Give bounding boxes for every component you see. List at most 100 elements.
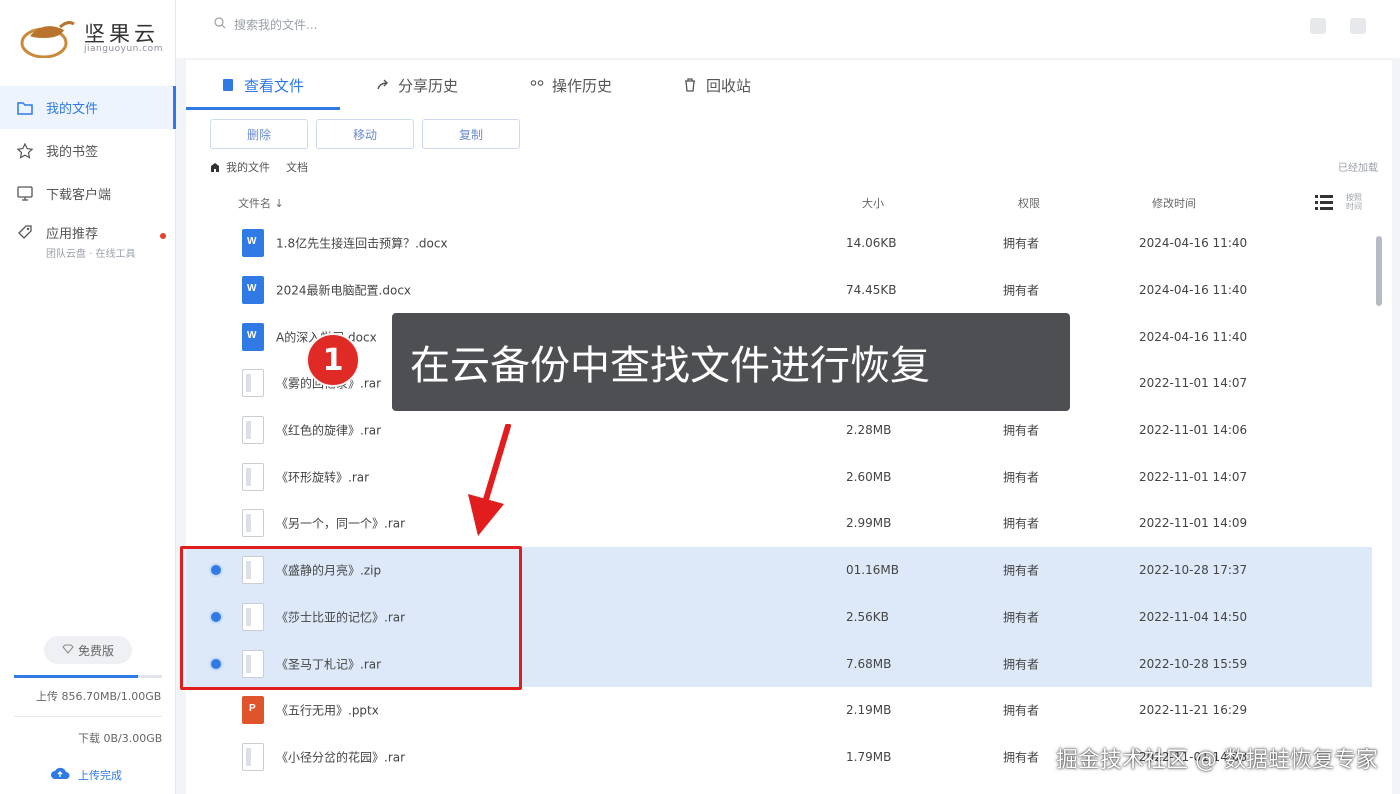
column-header-size[interactable]: 大小 [862, 195, 884, 211]
file-name[interactable]: 《另一个，同一个》.rar [276, 515, 405, 532]
file-size: 7.68MB [846, 656, 892, 671]
file-permission: 拥有者 [1003, 750, 1040, 765]
file-name[interactable]: 《五行无用》.pptx [276, 702, 379, 719]
trash-icon [684, 78, 698, 92]
folder-icon [16, 99, 34, 117]
delete-button[interactable]: 删除 [210, 119, 308, 149]
file-permission: 拥有者 [1003, 563, 1040, 578]
tab-recycle-bin[interactable]: 回收站 [648, 60, 787, 110]
annotation-text: 在云备份中查找文件进行恢复 [410, 343, 930, 389]
diamond-icon [62, 643, 74, 657]
file-modified-time: 2022-11-04 14:50 [1139, 609, 1248, 624]
file-permission: 拥有者 [1003, 423, 1040, 438]
tab-label: 分享历史 [398, 76, 459, 95]
file-permission: 拥有者 [1003, 283, 1040, 298]
file-modified-time: 2022-11-01 14:07 [1139, 376, 1248, 391]
file-size: 2.60MB [846, 469, 892, 484]
sidebar-item-download-client[interactable]: 下载客户端 [0, 172, 176, 215]
user-icon[interactable] [1350, 18, 1366, 34]
settings-icon[interactable] [1310, 18, 1326, 34]
scrollbar[interactable] [1374, 236, 1382, 776]
top-bar: 搜索我的文件... [176, 0, 1400, 58]
file-permission: 拥有者 [1003, 610, 1040, 625]
upload-quota-bar [14, 675, 162, 678]
table-row[interactable]: 《另一个，同一个》.rar 2.99MB 拥有者 2022-11-01 14:09 [186, 500, 1372, 547]
column-header-name[interactable]: 文件名 ↓ [238, 195, 284, 211]
tab-bar: 查看文件 分享历史 操作历史 回收站 [186, 60, 1392, 110]
archive-file-icon [242, 742, 264, 771]
free-plan-label: 免费版 [77, 643, 114, 658]
column-header-modified-time[interactable]: 修改时间 [1152, 195, 1196, 211]
tab-label: 操作历史 [552, 76, 613, 95]
file-list: 1.8亿先生接连回击预算？.docx 14.06KB 拥有者 2024-04-16 1… [186, 220, 1372, 780]
app-recommend-sub: 团队云盘 · 在线工具 [46, 249, 136, 260]
share-icon [376, 78, 390, 92]
file-name[interactable]: 2024最新电脑配置.docx [276, 282, 411, 299]
breadcrumb-root[interactable]: 我的文件 [210, 159, 270, 175]
search-icon [214, 17, 226, 32]
annotation-step-number: 1 [306, 333, 360, 387]
scrollbar-thumb[interactable] [1376, 236, 1382, 306]
tab-view-files[interactable]: 查看文件 [186, 60, 341, 110]
file-modified-time: 2024-04-16 11:40 [1139, 329, 1248, 344]
tag-icon [16, 223, 34, 241]
file-name[interactable]: 《小径分岔的花园》.rar [276, 748, 405, 765]
list-view-icon[interactable] [1314, 192, 1334, 212]
notification-dot [160, 233, 166, 239]
file-modified-time: 2022-11-01 14:07 [1139, 469, 1248, 484]
logo[interactable]: 坚果云 jianguoyun.com [20, 14, 170, 60]
tab-operation-history[interactable]: 操作历史 [494, 60, 648, 110]
sidebar-nav: 我的文件 我的书签 下载客户端 应用推荐 团队云盘 · 在线工具 [0, 86, 176, 267]
sidebar-item-bookmarks[interactable]: 我的书签 [0, 129, 176, 172]
file-type-icon [242, 322, 264, 351]
copy-button[interactable]: 复制 [422, 119, 520, 149]
file-size: 14.06KB [846, 236, 897, 251]
sidebar-item-my-files[interactable]: 我的文件 [0, 86, 176, 129]
search-input[interactable]: 搜索我的文件... [234, 16, 317, 33]
archive-file-icon [242, 416, 264, 445]
upload-status[interactable]: 上传完成 [50, 766, 122, 783]
file-size: 01.16MB [846, 563, 899, 578]
upload-quota-fill [14, 675, 139, 678]
file-name[interactable]: 《环形旋转》.rar [276, 468, 369, 485]
table-row[interactable]: 《五行无用》.pptx 2.19MB 拥有者 2022-11-21 16:29 [186, 687, 1372, 734]
file-type-icon [242, 509, 264, 538]
table-row[interactable]: 2024最新电脑配置.docx 74.45KB 拥有者 2024-04-16 11:4… [186, 267, 1372, 314]
breadcrumb-root-label: 我的文件 [226, 161, 270, 174]
free-plan-badge[interactable]: 免费版 [44, 636, 132, 664]
sidebar-item-app-recommend[interactable]: 应用推荐 团队云盘 · 在线工具 [0, 215, 176, 267]
table-header: 文件名 ↓ 大小 权限 修改时间 按照时间 [186, 188, 1392, 216]
word-file-icon [242, 229, 264, 258]
file-size: 74.45KB [846, 283, 897, 298]
sidebar-item-label: 应用推荐 [46, 227, 99, 242]
file-permission: 拥有者 [1003, 657, 1040, 672]
tab-label: 查看文件 [244, 76, 305, 95]
file-permission: 拥有者 [1003, 703, 1040, 718]
file-permission: 拥有者 [1003, 516, 1040, 531]
file-type-icon [242, 229, 264, 258]
sidebar-divider [14, 716, 162, 717]
app-recommend-text: 应用推荐 团队云盘 · 在线工具 [46, 223, 136, 260]
move-button[interactable]: 移动 [316, 119, 414, 149]
file-modified-time: 2024-04-16 11:40 [1139, 283, 1248, 298]
tab-share-history[interactable]: 分享历史 [340, 60, 494, 110]
column-header-permission[interactable]: 权限 [1018, 195, 1040, 211]
breadcrumb-current[interactable]: 文档 [286, 159, 308, 175]
upload-quota-text: 上传 856.70MB/1.00GB [36, 690, 162, 703]
loaded-status: 已经加载 [1338, 163, 1378, 174]
annotation-callout: 在云备份中查找文件进行恢复 [392, 313, 1070, 411]
file-name[interactable]: 《红色的旋律》.rar [276, 422, 381, 439]
download-quota-text: 下载 0B/3.00GB [78, 732, 163, 745]
table-row[interactable]: 1.8亿先生接连回击预算？.docx 14.06KB 拥有者 2024-04-16 1… [186, 220, 1372, 267]
upload-status-label: 上传完成 [78, 768, 122, 782]
search-box[interactable]: 搜索我的文件... [214, 16, 317, 33]
table-row[interactable]: 《红色的旋律》.rar 2.28MB 拥有者 2022-11-01 14:06 [186, 407, 1372, 454]
table-row[interactable]: 《环形旋转》.rar 2.60MB 拥有者 2022-11-01 14:07 [186, 453, 1372, 500]
brand-domain: jianguoyun.com [84, 44, 163, 54]
file-name[interactable]: 1.8亿先生接连回击预算？.docx [276, 235, 448, 252]
file-type-icon [242, 462, 264, 491]
sidebar-item-label: 我的文件 [46, 102, 99, 117]
sort-by-time-toggle[interactable]: 按照时间 [1346, 193, 1366, 211]
annotation-arrow-icon [468, 424, 511, 536]
archive-file-icon [242, 462, 264, 491]
